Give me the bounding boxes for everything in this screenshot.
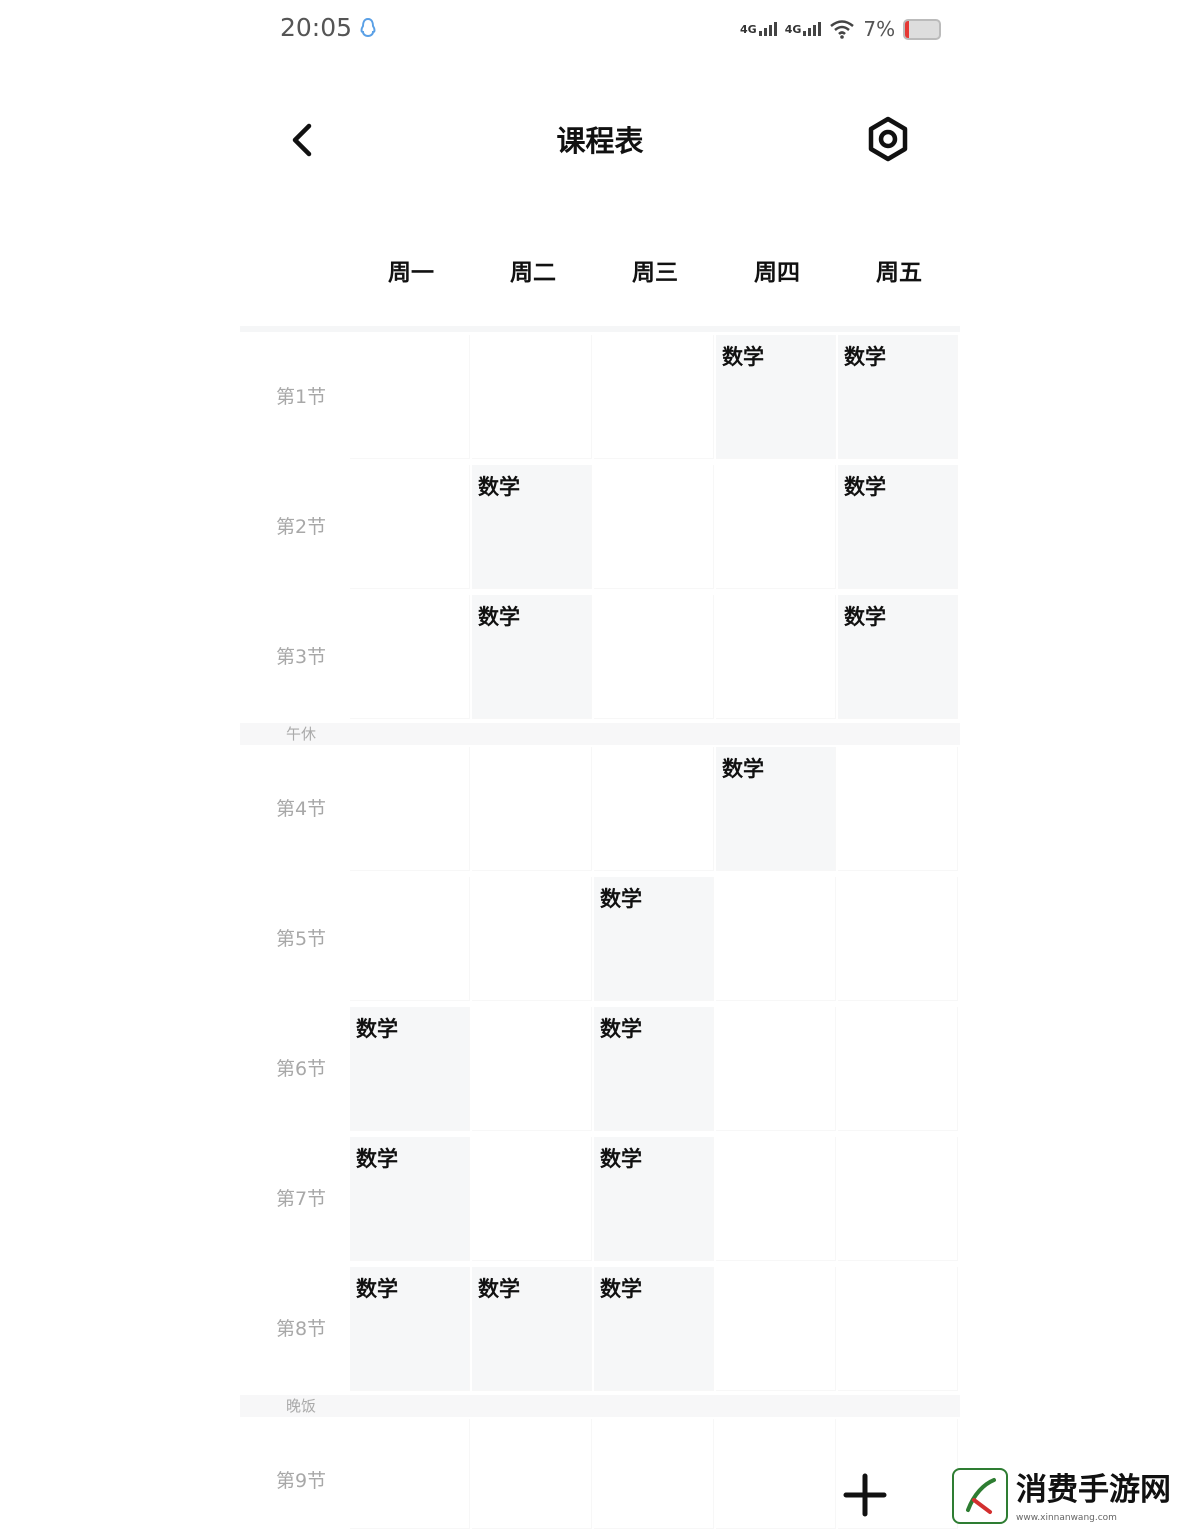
course-cell[interactable]: 数学 (472, 595, 592, 719)
network-type-label: 4G (740, 23, 757, 36)
empty-cell[interactable] (472, 1007, 592, 1131)
watermark-url: www.xinnanwang.com (1016, 1513, 1117, 1523)
network-type-label: 4G (784, 23, 802, 36)
battery-percentage: 7% (863, 17, 896, 41)
empty-cell[interactable] (350, 747, 470, 871)
status-time: 20:05 (280, 13, 353, 42)
empty-cell[interactable] (838, 1007, 958, 1131)
empty-cell[interactable] (716, 595, 836, 719)
empty-cell[interactable] (472, 747, 592, 871)
course-cell[interactable]: 数学 (594, 1267, 714, 1391)
back-button[interactable] (282, 118, 326, 162)
day-header-fri: 周五 (876, 260, 922, 286)
empty-cell[interactable] (350, 465, 470, 589)
course-cell[interactable]: 数学 (472, 465, 592, 589)
plus-icon (843, 1473, 887, 1517)
settings-gear-icon (868, 116, 908, 162)
leaf-logo-icon (966, 1478, 996, 1514)
day-header-wed: 周三 (632, 260, 678, 286)
course-cell[interactable]: 数学 (838, 465, 958, 589)
empty-cell[interactable] (838, 1137, 958, 1261)
course-cell[interactable]: 数学 (350, 1137, 470, 1261)
period-label: 第5节 (275, 928, 327, 950)
period-label: 第2节 (275, 516, 327, 538)
watermark-text: 消费手游网 (1016, 1472, 1171, 1508)
signal-4g-1-icon: 4G (740, 22, 777, 36)
empty-cell[interactable] (472, 877, 592, 1001)
course-cell[interactable]: 数学 (350, 1007, 470, 1131)
period-label: 第1节 (275, 386, 327, 408)
dinner-break-label: 晚饭 (285, 1397, 316, 1415)
period-label: 第9节 (275, 1470, 327, 1492)
course-cell[interactable]: 数学 (594, 1007, 714, 1131)
course-cell[interactable]: 数学 (838, 335, 958, 459)
course-cell[interactable]: 数学 (350, 1267, 470, 1391)
empty-cell[interactable] (838, 1267, 958, 1391)
empty-cell[interactable] (716, 1419, 836, 1529)
empty-cell[interactable] (350, 335, 470, 459)
battery-icon (903, 18, 942, 40)
period-label: 第6节 (275, 1058, 327, 1080)
course-cell[interactable]: 数学 (716, 335, 836, 459)
empty-cell[interactable] (472, 1137, 592, 1261)
empty-cell[interactable] (350, 1419, 470, 1529)
status-indicators: 4G 4G 7% (740, 14, 942, 44)
signal-4g-2-icon: 4G (785, 22, 822, 36)
empty-cell[interactable] (472, 1419, 592, 1529)
period-label: 第8节 (275, 1318, 327, 1340)
day-header-mon: 周一 (388, 260, 434, 286)
course-cell[interactable]: 数学 (594, 1137, 714, 1261)
empty-cell[interactable] (594, 595, 714, 719)
day-header-thu: 周四 (754, 260, 800, 286)
empty-cell[interactable] (594, 747, 714, 871)
period-label: 第3节 (275, 646, 327, 668)
empty-cell[interactable] (838, 877, 958, 1001)
empty-cell[interactable] (838, 747, 958, 871)
day-header-tue: 周二 (510, 260, 556, 286)
lunch-break-label: 午休 (285, 725, 316, 743)
empty-cell[interactable] (472, 335, 592, 459)
empty-cell[interactable] (350, 595, 470, 719)
course-cell[interactable]: 数学 (594, 877, 714, 1001)
page-title: 课程表 (556, 124, 644, 158)
empty-cell[interactable] (716, 1267, 836, 1391)
add-course-button[interactable] (836, 1466, 894, 1524)
empty-cell[interactable] (594, 335, 714, 459)
course-cell[interactable]: 数学 (838, 595, 958, 719)
empty-cell[interactable] (594, 465, 714, 589)
empty-cell[interactable] (716, 465, 836, 589)
qq-penguin-icon (360, 17, 376, 38)
empty-cell[interactable] (716, 1137, 836, 1261)
period-label: 第4节 (275, 798, 327, 820)
empty-cell[interactable] (350, 877, 470, 1001)
settings-button[interactable] (864, 115, 912, 163)
course-cell[interactable]: 数学 (472, 1267, 592, 1391)
empty-cell[interactable] (716, 1007, 836, 1131)
header-divider (240, 326, 960, 332)
watermark-logo (952, 1468, 1008, 1524)
watermark: 消费手游网 www.xinnanwang.com (952, 1468, 1190, 1524)
wifi-icon (830, 20, 855, 39)
empty-cell[interactable] (716, 877, 836, 1001)
course-cell[interactable]: 数学 (716, 747, 836, 871)
chevron-left-icon (292, 123, 312, 157)
empty-cell[interactable] (594, 1419, 714, 1529)
period-label: 第7节 (275, 1188, 327, 1210)
